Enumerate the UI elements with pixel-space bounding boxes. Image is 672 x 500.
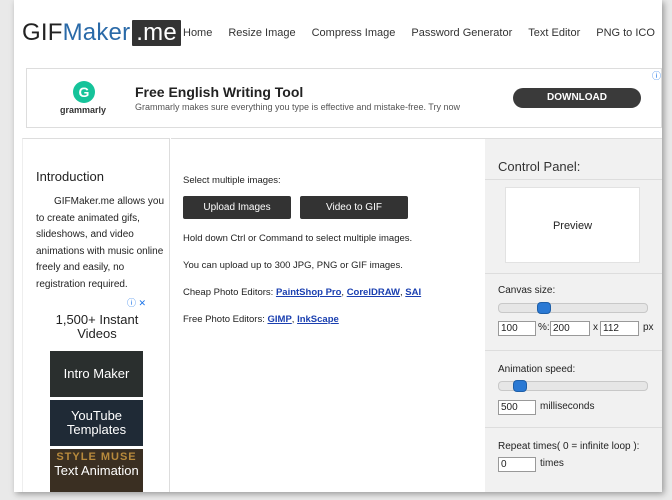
link-gimp[interactable]: GIMP bbox=[268, 314, 292, 325]
thumb-deco-text: STYLE MUSE bbox=[56, 451, 137, 463]
upload-section: Select multiple images: Upload Images Vi… bbox=[171, 138, 485, 492]
link-coreldraw[interactable]: CorelDRAW bbox=[347, 287, 400, 298]
free-editors-line: Free Photo Editors: GIMP, InkScape bbox=[183, 314, 339, 325]
video-to-gif-button[interactable]: Video to GIF bbox=[300, 196, 408, 219]
free-editors-label: Free Photo Editors: bbox=[183, 314, 265, 325]
animation-speed-slider-handle[interactable] bbox=[513, 380, 527, 392]
divider bbox=[485, 350, 662, 351]
ad-subtitle: Grammarly makes sure everything you type… bbox=[135, 102, 460, 112]
logo-me: .me bbox=[132, 20, 181, 46]
repeat-times-label: Repeat times( 0 = infinite loop ): bbox=[498, 441, 640, 452]
nav-compress-image[interactable]: Compress Image bbox=[312, 27, 396, 39]
thumb-label: YouTube Templates bbox=[66, 408, 127, 437]
ad-thumb-intro-maker[interactable]: Intro Maker bbox=[50, 351, 143, 397]
ad-download-button[interactable]: DOWNLOAD bbox=[513, 88, 641, 108]
animation-speed-slider[interactable] bbox=[498, 380, 648, 392]
px-unit: px bbox=[643, 322, 654, 333]
hint-multi-select: Hold down Ctrl or Command to select mult… bbox=[183, 233, 413, 244]
site-header: GIFMaker .me Home Resize Image Compress I… bbox=[14, 0, 662, 64]
link-inkscape[interactable]: InkScape bbox=[297, 314, 339, 325]
thumb-label: Intro Maker bbox=[63, 366, 130, 381]
ad-info-icon[interactable]: ⓘ bbox=[652, 69, 661, 82]
canvas-size-label: Canvas size: bbox=[498, 285, 556, 296]
percent-sign: %: bbox=[538, 322, 550, 333]
thumb-label: Text Animation bbox=[54, 463, 139, 478]
adchoices-icon[interactable]: ⓘ ✕ bbox=[127, 296, 146, 309]
ad-banner[interactable]: G grammarly Free English Writing Tool Gr… bbox=[26, 68, 662, 128]
link-paintshop-pro[interactable]: PaintShop Pro bbox=[276, 287, 341, 298]
canvas-size-slider-handle[interactable] bbox=[537, 302, 551, 314]
divider bbox=[485, 273, 662, 274]
ad-title[interactable]: Free English Writing Tool bbox=[135, 84, 303, 100]
canvas-height-input[interactable]: 112 bbox=[600, 321, 639, 336]
nav-password-generator[interactable]: Password Generator bbox=[411, 27, 512, 39]
cheap-editors-line: Cheap Photo Editors: PaintShop Pro, Core… bbox=[183, 287, 422, 298]
nav-text-editor[interactable]: Text Editor bbox=[528, 27, 580, 39]
control-panel-title: Control Panel: bbox=[498, 159, 581, 174]
upload-images-button[interactable]: Upload Images bbox=[183, 196, 291, 219]
canvas-percent-input[interactable]: 100 bbox=[498, 321, 536, 336]
intro-title: Introduction bbox=[36, 169, 104, 184]
preview-area[interactable]: Preview bbox=[505, 187, 640, 263]
site-logo[interactable]: GIFMaker .me bbox=[22, 20, 181, 46]
ad-thumb-text-animation[interactable]: STYLE MUSE Text Animation bbox=[50, 449, 143, 492]
canvas-width-input[interactable]: 200 bbox=[550, 321, 590, 336]
hint-upload-limit: You can upload up to 300 JPG, PNG or GIF… bbox=[183, 260, 403, 271]
nav-home[interactable]: Home bbox=[183, 27, 212, 39]
main-nav: Home Resize Image Compress Image Passwor… bbox=[183, 27, 655, 39]
times-unit: times bbox=[540, 458, 564, 469]
logo-gif: GIF bbox=[22, 19, 63, 46]
side-ad-title[interactable]: 1,500+ Instant Videos bbox=[47, 313, 147, 341]
cheap-editors-label: Cheap Photo Editors: bbox=[183, 287, 274, 298]
speed-input[interactable]: 500 bbox=[498, 400, 536, 415]
link-sai[interactable]: SAI bbox=[405, 287, 421, 298]
ad-thumb-youtube-templates[interactable]: YouTube Templates bbox=[50, 400, 143, 446]
intro-text: GIFMaker.me allows you to create animate… bbox=[36, 196, 165, 290]
animation-speed-label: Animation speed: bbox=[498, 364, 576, 375]
logo-maker: Maker bbox=[62, 19, 131, 46]
select-images-label: Select multiple images: bbox=[183, 175, 281, 186]
divider bbox=[485, 427, 662, 428]
grammarly-logo-icon: G bbox=[73, 81, 95, 103]
nav-resize-image[interactable]: Resize Image bbox=[228, 27, 295, 39]
page: GIFMaker .me Home Resize Image Compress I… bbox=[14, 0, 662, 492]
grammarly-logo-text: grammarly bbox=[60, 105, 107, 115]
milliseconds-unit: milliseconds bbox=[540, 401, 595, 412]
repeat-times-input[interactable]: 0 bbox=[498, 457, 536, 472]
control-panel: Control Panel: Preview Canvas size: 100 … bbox=[485, 138, 662, 492]
size-x-separator: x bbox=[593, 322, 598, 333]
divider bbox=[485, 179, 662, 180]
canvas-size-slider[interactable] bbox=[498, 302, 648, 314]
nav-png-to-ico[interactable]: PNG to ICO bbox=[596, 27, 655, 39]
left-sidebar: Introduction GIFMaker.me allows you to c… bbox=[22, 138, 170, 492]
